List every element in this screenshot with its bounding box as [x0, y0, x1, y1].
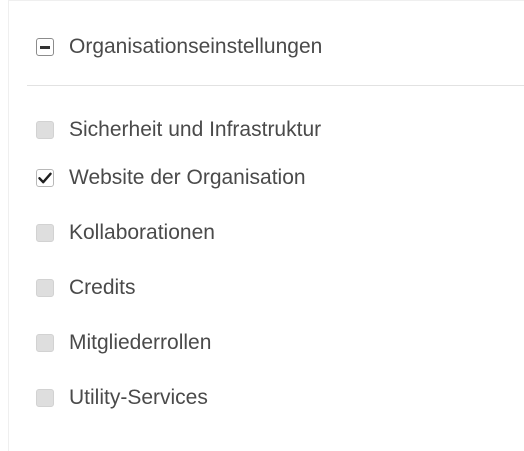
option-label: Kollaborationen — [69, 220, 215, 244]
checkmark-icon — [38, 172, 52, 183]
collaborations-checkbox[interactable] — [36, 223, 54, 242]
minus-icon — [40, 45, 50, 49]
option-organization-website[interactable]: Website der Organisation — [36, 150, 321, 205]
member-roles-checkbox[interactable] — [36, 333, 54, 352]
option-label: Mitgliederrollen — [69, 330, 212, 354]
option-member-roles[interactable]: Mitgliederrollen — [36, 315, 321, 370]
option-label: Utility-Services — [69, 385, 208, 409]
settings-panel: Organisationseinstellungen Sicherheit un… — [8, 0, 524, 451]
option-utility-services[interactable]: Utility-Services — [36, 370, 321, 425]
security-infrastructure-checkbox[interactable] — [36, 121, 54, 139]
utility-services-checkbox[interactable] — [36, 388, 54, 407]
option-label: Website der Organisation — [69, 165, 306, 189]
organization-settings-group[interactable]: Organisationseinstellungen — [36, 30, 322, 64]
organization-settings-label: Organisationseinstellungen — [69, 35, 323, 58]
divider — [27, 85, 524, 86]
organization-settings-checkbox[interactable] — [36, 38, 54, 56]
option-collaborations[interactable]: Kollaborationen — [36, 205, 321, 260]
organization-website-checkbox[interactable] — [36, 168, 54, 187]
credits-checkbox[interactable] — [36, 278, 54, 297]
option-label: Credits — [69, 275, 136, 299]
option-security-infrastructure[interactable]: Sicherheit und Infrastruktur — [36, 110, 321, 150]
settings-option-list: Sicherheit und Infrastruktur Website der… — [36, 110, 321, 425]
option-label: Sicherheit und Infrastruktur — [69, 118, 322, 141]
option-credits[interactable]: Credits — [36, 260, 321, 315]
